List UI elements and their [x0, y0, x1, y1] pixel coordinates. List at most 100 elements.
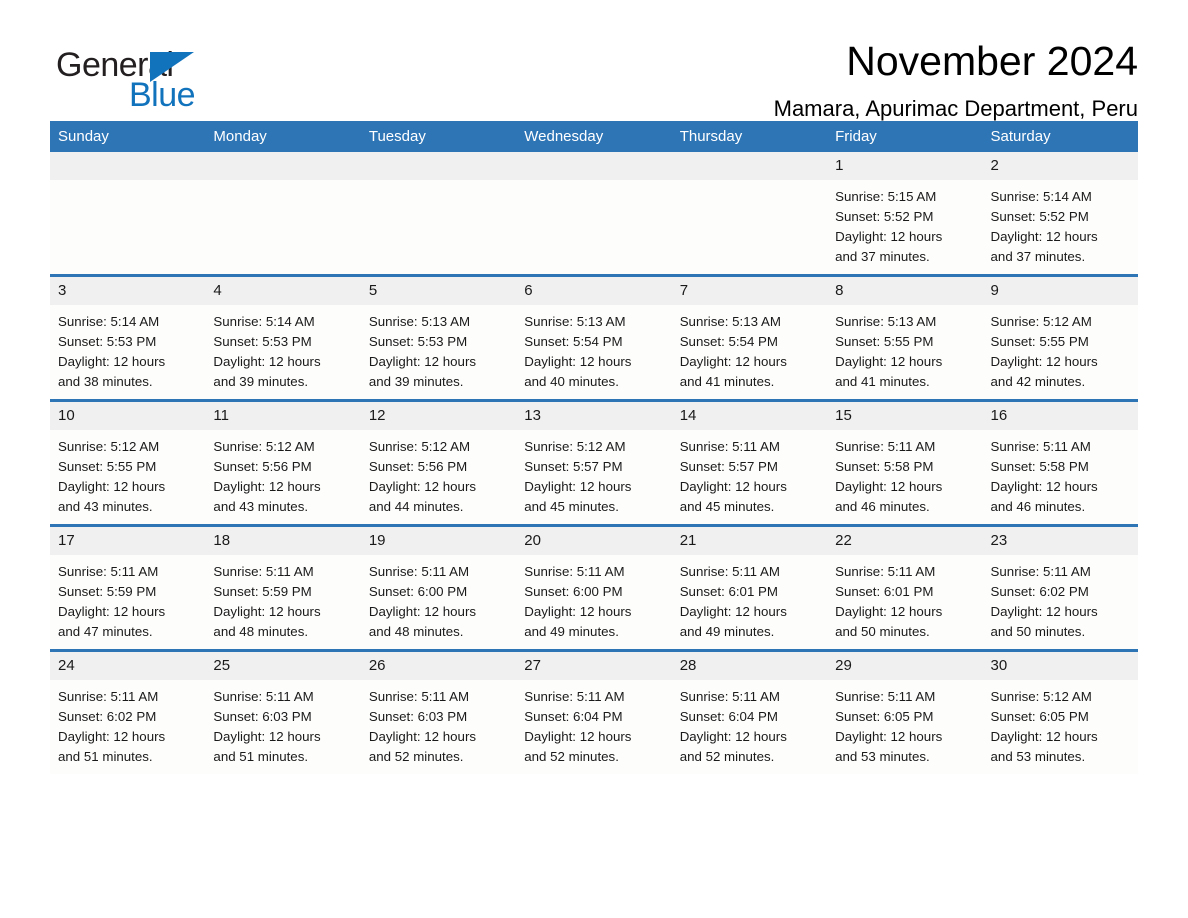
- calendar-day-cell[interactable]: 30 Sunrise: 5:12 AM Sunset: 6:05 PM Dayligh…: [982, 649, 1138, 774]
- day-number: [671, 152, 828, 180]
- daylight-duration-line1: Daylight: 12 hours: [58, 729, 166, 744]
- day-details: Sunrise: 5:14 AM Sunset: 5:52 PM Daylight:…: [983, 180, 1138, 267]
- daylight-duration-line2: and 52 minutes.: [524, 749, 619, 764]
- calendar-day-cell[interactable]: 19 Sunrise: 5:11 AM Sunset: 6:00 PM Dayligh…: [360, 524, 517, 651]
- calendar-day-cell[interactable]: 11 Sunrise: 5:12 AM Sunset: 5:56 PM Dayligh…: [205, 399, 361, 526]
- daylight-duration-line1: Daylight: 12 hours: [835, 354, 943, 369]
- day-details: [516, 180, 671, 187]
- sunset-time: Sunset: 6:05 PM: [990, 709, 1089, 724]
- calendar-day-cell[interactable]: 1 Sunrise: 5:15 AM Sunset: 5:52 PM Daylight…: [827, 152, 983, 276]
- sunset-time: Sunset: 5:57 PM: [679, 459, 778, 474]
- sunrise-time: Sunrise: 5:11 AM: [58, 689, 159, 704]
- calendar-day-cell[interactable]: 9 Sunrise: 5:12 AM Sunset: 5:55 PM Daylight…: [982, 274, 1138, 401]
- sunset-time: Sunset: 5:55 PM: [835, 334, 934, 349]
- calendar-day-cell[interactable]: 15 Sunrise: 5:11 AM Sunset: 5:58 PM Dayligh…: [827, 399, 983, 526]
- day-details: Sunrise: 5:12 AM Sunset: 6:05 PM Daylight:…: [983, 680, 1138, 767]
- calendar-day-cell[interactable]: 17 Sunrise: 5:11 AM Sunset: 5:59 PM Dayligh…: [50, 524, 206, 651]
- calendar-day-cell[interactable]: 12 Sunrise: 5:12 AM Sunset: 5:56 PM Dayligh…: [360, 399, 517, 526]
- calendar-day-cell[interactable]: 25 Sunrise: 5:11 AM Sunset: 6:03 PM Dayligh…: [205, 649, 361, 774]
- page-subtitle: Mamara, Apurimac Department, Peru: [773, 96, 1138, 122]
- calendar-day-cell[interactable]: 5 Sunrise: 5:13 AM Sunset: 5:53 PM Daylight…: [360, 274, 517, 401]
- calendar-day-cell[interactable]: 3 Sunrise: 5:14 AM Sunset: 5:53 PM Daylight…: [50, 274, 206, 401]
- calendar-day-cell[interactable]: 21 Sunrise: 5:11 AM Sunset: 6:01 PM Dayligh…: [671, 524, 828, 651]
- daylight-duration-line1: Daylight: 12 hours: [679, 604, 787, 619]
- daylight-duration-line1: Daylight: 12 hours: [990, 354, 1098, 369]
- daylight-duration-line2: and 37 minutes.: [835, 249, 930, 264]
- calendar-day-cell[interactable]: 28 Sunrise: 5:11 AM Sunset: 6:04 PM Dayligh…: [671, 649, 828, 774]
- day-number: 13: [516, 402, 672, 430]
- daylight-duration-line1: Daylight: 12 hours: [835, 729, 943, 744]
- sunrise-time: Sunrise: 5:11 AM: [679, 439, 780, 454]
- sunrise-time: Sunrise: 5:12 AM: [213, 439, 315, 454]
- calendar-day-cell[interactable]: 23 Sunrise: 5:11 AM Sunset: 6:02 PM Dayligh…: [982, 524, 1138, 651]
- calendar-day-cell[interactable]: 14 Sunrise: 5:11 AM Sunset: 5:57 PM Dayligh…: [671, 399, 828, 526]
- sunset-time: Sunset: 6:00 PM: [368, 584, 468, 599]
- daylight-duration-line1: Daylight: 12 hours: [679, 479, 787, 494]
- calendar-day-cell[interactable]: 20 Sunrise: 5:11 AM Sunset: 6:00 PM Dayligh…: [516, 524, 672, 651]
- day-details: Sunrise: 5:13 AM Sunset: 5:55 PM Daylight:…: [827, 305, 982, 392]
- sunset-time: Sunset: 5:58 PM: [835, 459, 934, 474]
- day-number: 7: [671, 277, 828, 305]
- calendar-cell-empty: [205, 152, 361, 276]
- daylight-duration-line2: and 51 minutes.: [213, 749, 309, 764]
- day-details: Sunrise: 5:11 AM Sunset: 6:02 PM Daylight:…: [50, 680, 205, 767]
- day-number: 28: [671, 652, 828, 680]
- weekday-header-friday: Friday: [827, 121, 983, 152]
- sunrise-time: Sunrise: 5:11 AM: [835, 439, 936, 454]
- calendar-day-cell[interactable]: 29 Sunrise: 5:11 AM Sunset: 6:05 PM Dayligh…: [827, 649, 983, 774]
- calendar-cell-empty: [671, 152, 828, 276]
- daylight-duration-line2: and 49 minutes.: [679, 624, 775, 639]
- sunset-time: Sunset: 6:01 PM: [679, 584, 778, 599]
- daylight-duration-line2: and 46 minutes.: [990, 499, 1086, 514]
- day-number: 17: [50, 527, 206, 555]
- sunset-time: Sunset: 6:00 PM: [524, 584, 623, 599]
- calendar-day-cell[interactable]: 18 Sunrise: 5:11 AM Sunset: 5:59 PM Dayligh…: [205, 524, 361, 651]
- sunrise-time: Sunrise: 5:11 AM: [524, 564, 625, 579]
- day-details: Sunrise: 5:11 AM Sunset: 6:03 PM Daylight:…: [205, 680, 360, 767]
- calendar-day-cell[interactable]: 8 Sunrise: 5:13 AM Sunset: 5:55 PM Daylight…: [827, 274, 983, 401]
- day-number: 26: [360, 652, 517, 680]
- sunrise-time: Sunrise: 5:11 AM: [835, 689, 936, 704]
- day-number: 25: [205, 652, 361, 680]
- day-details: Sunrise: 5:11 AM Sunset: 6:04 PM Daylight:…: [672, 680, 827, 767]
- sunset-time: Sunset: 6:01 PM: [835, 584, 934, 599]
- calendar-day-cell[interactable]: 10 Sunrise: 5:12 AM Sunset: 5:55 PM Dayligh…: [50, 399, 206, 526]
- calendar-cell-empty: [360, 152, 517, 276]
- day-number: 22: [827, 527, 983, 555]
- weekday-header-wednesday: Wednesday: [516, 121, 672, 152]
- calendar-day-cell[interactable]: 6 Sunrise: 5:13 AM Sunset: 5:54 PM Daylight…: [516, 274, 672, 401]
- sunrise-time: Sunrise: 5:11 AM: [524, 689, 625, 704]
- calendar-day-cell[interactable]: 13 Sunrise: 5:12 AM Sunset: 5:57 PM Dayligh…: [516, 399, 672, 526]
- calendar-day-cell[interactable]: 24 Sunrise: 5:11 AM Sunset: 6:02 PM Dayligh…: [50, 649, 206, 774]
- calendar-day-cell[interactable]: 4 Sunrise: 5:14 AM Sunset: 5:53 PM Daylight…: [205, 274, 361, 401]
- daylight-duration-line1: Daylight: 12 hours: [213, 354, 321, 369]
- sunrise-time: Sunrise: 5:12 AM: [368, 439, 471, 454]
- daylight-duration-line1: Daylight: 12 hours: [524, 604, 632, 619]
- calendar-day-cell[interactable]: 27 Sunrise: 5:11 AM Sunset: 6:04 PM Dayligh…: [516, 649, 672, 774]
- sunset-time: Sunset: 5:52 PM: [835, 209, 934, 224]
- day-number: 3: [50, 277, 206, 305]
- daylight-duration-line2: and 40 minutes.: [524, 374, 619, 389]
- daylight-duration-line1: Daylight: 12 hours: [835, 479, 943, 494]
- weekday-header-row: Sunday Monday Tuesday Wednesday Thursday…: [50, 121, 1138, 152]
- daylight-duration-line2: and 39 minutes.: [213, 374, 309, 389]
- day-details: Sunrise: 5:11 AM Sunset: 5:58 PM Daylight:…: [983, 430, 1138, 517]
- day-details: Sunrise: 5:11 AM Sunset: 6:01 PM Daylight:…: [827, 555, 982, 642]
- daylight-duration-line1: Daylight: 12 hours: [524, 729, 632, 744]
- title-block: November 2024 Mamara, Apurimac Departmen…: [280, 39, 1138, 122]
- calendar-day-cell[interactable]: 22 Sunrise: 5:11 AM Sunset: 6:01 PM Dayligh…: [827, 524, 983, 651]
- calendar-day-cell[interactable]: 2 Sunrise: 5:14 AM Sunset: 5:52 PM Daylight…: [982, 152, 1138, 276]
- weekday-header-sunday: Sunday: [50, 121, 206, 152]
- day-details: Sunrise: 5:12 AM Sunset: 5:55 PM Daylight:…: [50, 430, 205, 517]
- day-details: Sunrise: 5:11 AM Sunset: 5:59 PM Daylight:…: [205, 555, 360, 642]
- sunrise-time: Sunrise: 5:14 AM: [213, 314, 315, 329]
- daylight-duration-line2: and 53 minutes.: [990, 749, 1086, 764]
- calendar-day-cell[interactable]: 16 Sunrise: 5:11 AM Sunset: 5:58 PM Dayligh…: [982, 399, 1138, 526]
- daylight-duration-line1: Daylight: 12 hours: [835, 229, 943, 244]
- day-details: Sunrise: 5:11 AM Sunset: 5:57 PM Daylight:…: [672, 430, 827, 517]
- generalblue-logo[interactable]: General Blue: [50, 40, 280, 114]
- calendar-day-cell[interactable]: 26 Sunrise: 5:11 AM Sunset: 6:03 PM Dayligh…: [360, 649, 517, 774]
- day-number: 11: [205, 402, 361, 430]
- calendar-day-cell[interactable]: 7 Sunrise: 5:13 AM Sunset: 5:54 PM Daylight…: [671, 274, 828, 401]
- weekday-header-tuesday: Tuesday: [360, 121, 517, 152]
